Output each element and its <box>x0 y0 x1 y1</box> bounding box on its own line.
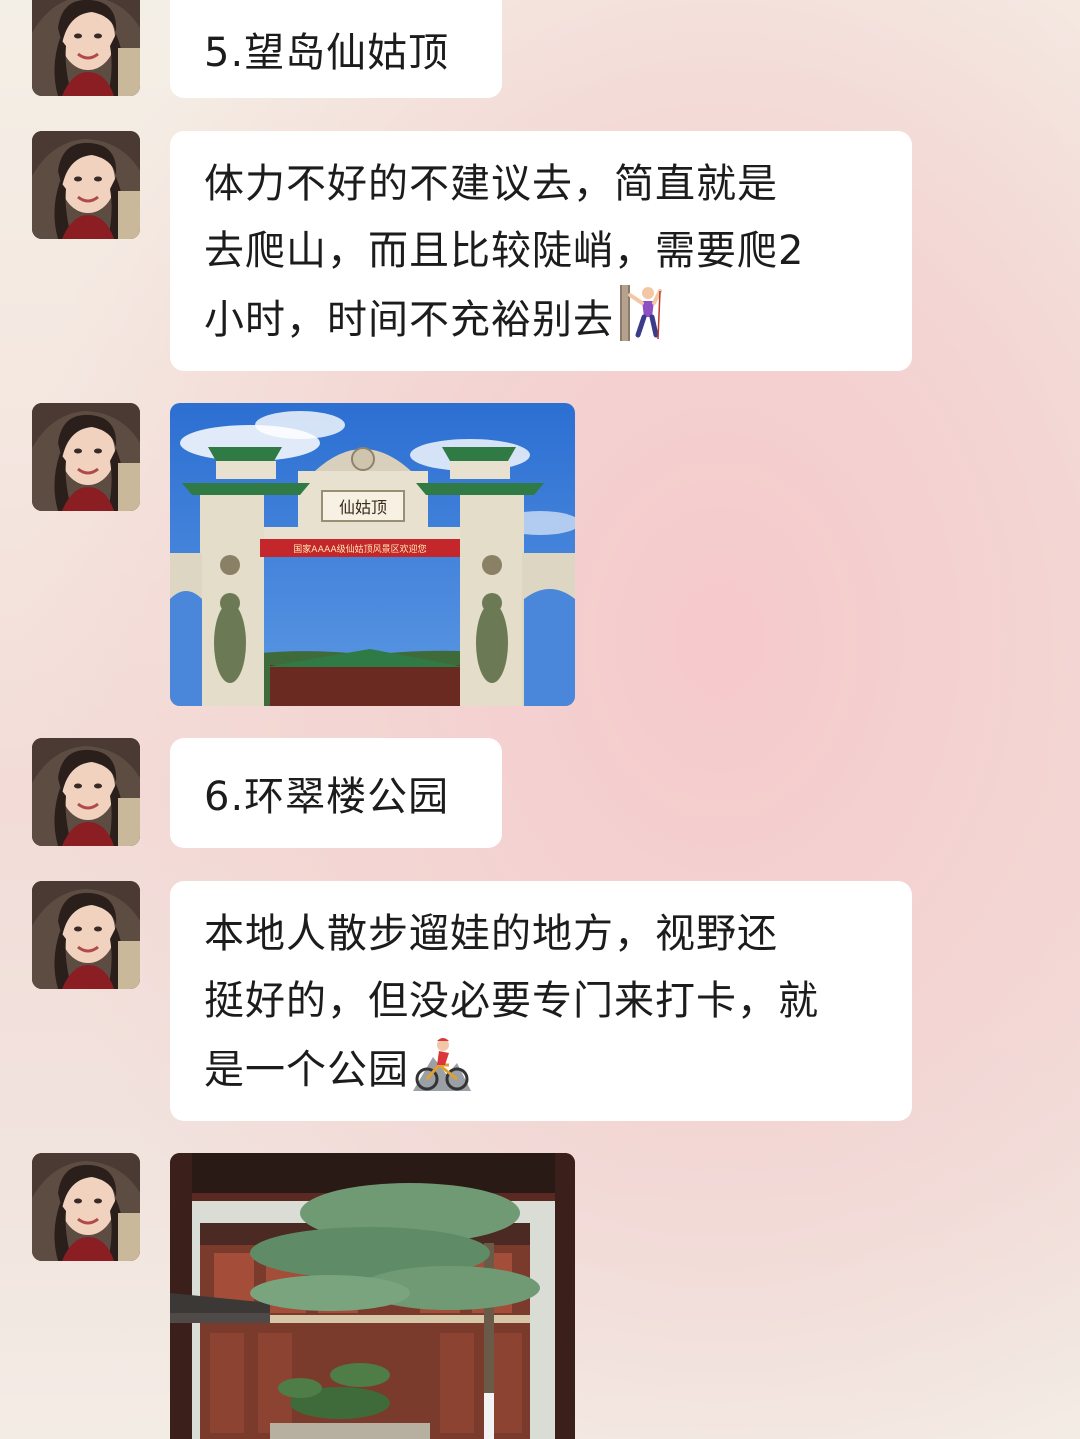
message-line: 小时，时间不充裕别去 <box>204 285 878 354</box>
message-text: 5.望岛仙姑顶 <box>204 30 450 76</box>
message-bubble[interactable]: 6.环翠楼公园 <box>170 738 502 848</box>
message-line: 本地人散步遛娃的地方，视野还 <box>204 911 778 957</box>
avatar[interactable] <box>32 131 140 239</box>
message-bubble[interactable]: 本地人散步遛娃的地方，视野还 挺好的，但没必要专门来打卡，就 是一个公园 <box>170 881 912 1121</box>
photo-message[interactable]: 仙姑顶 国家AAAA级仙姑顶风景区欢迎您 <box>170 403 575 706</box>
avatar-image <box>32 131 140 239</box>
gate-banner: 国家AAAA级仙姑顶风景区欢迎您 <box>293 543 426 555</box>
avatar[interactable] <box>32 881 140 989</box>
mountain-biker-icon <box>413 1035 471 1091</box>
avatar-image <box>32 403 140 511</box>
message-line: 去爬山，而且比较陡峭，需要爬2 <box>204 228 805 274</box>
avatar[interactable] <box>32 403 140 511</box>
message-line: 是一个公园 <box>204 1035 878 1104</box>
gate-sign: 仙姑顶 <box>339 498 387 517</box>
message-bubble[interactable]: 体力不好的不建议去，简直就是 去爬山，而且比较陡峭，需要爬2 小时，时间不充裕别… <box>170 131 912 371</box>
pavilion-photo <box>170 1153 575 1439</box>
avatar-image <box>32 738 140 846</box>
avatar[interactable] <box>32 1153 140 1261</box>
avatar[interactable] <box>32 0 140 96</box>
message-line: 体力不好的不建议去，简直就是 <box>204 161 778 207</box>
avatar[interactable] <box>32 738 140 846</box>
message-text: 6.环翠楼公园 <box>204 774 450 820</box>
message-line: 挺好的，但没必要专门来打卡，就 <box>204 978 819 1024</box>
avatar-image <box>32 0 140 96</box>
person-climbing-icon <box>618 285 664 341</box>
photo-message[interactable] <box>170 1153 575 1439</box>
avatar-image <box>32 881 140 989</box>
avatar-image <box>32 1153 140 1261</box>
gate-photo: 仙姑顶 国家AAAA级仙姑顶风景区欢迎您 <box>170 403 575 706</box>
message-bubble[interactable]: 5.望岛仙姑顶 <box>170 0 502 98</box>
